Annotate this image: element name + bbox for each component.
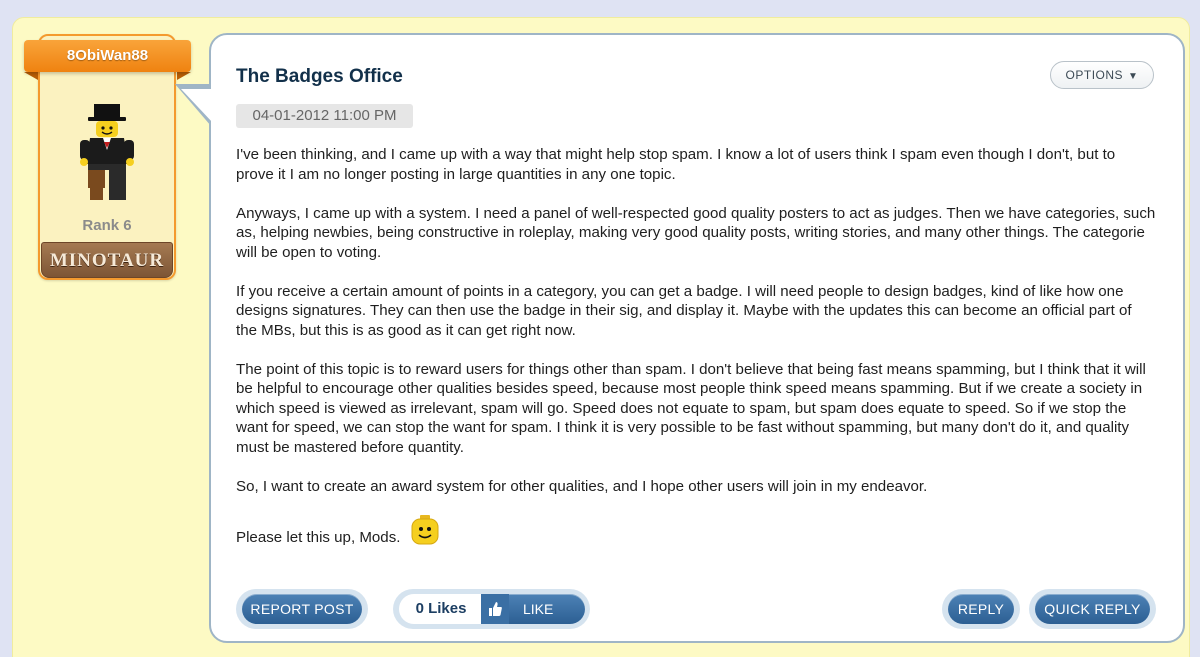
post-paragraph: I've been thinking, and I came up with a…: [236, 146, 1116, 183]
reply-pill: REPLY: [942, 589, 1020, 629]
likes-count[interactable]: 0 Likes: [399, 594, 483, 624]
user-rank: Rank 6: [82, 217, 132, 234]
post-paragraph: Anyways, I came up with a system. I need…: [236, 204, 1156, 261]
post-title: The Badges Office: [236, 66, 403, 87]
banner-fold-right: [177, 72, 191, 80]
caret-down-icon: ▼: [1128, 71, 1139, 82]
like-label: LIKE: [523, 601, 554, 617]
closing-text: Please let this up, Mods.: [236, 528, 401, 546]
quick-reply-button[interactable]: QUICK REPLY: [1035, 594, 1150, 624]
options-button[interactable]: OPTIONS ▼: [1050, 61, 1154, 89]
options-label: OPTIONS: [1065, 68, 1124, 82]
quick-reply-pill: QUICK REPLY: [1029, 589, 1156, 629]
like-button[interactable]: LIKE: [481, 594, 585, 624]
report-post-button[interactable]: REPORT POST: [242, 594, 362, 624]
speech-pointer-fill: [181, 89, 213, 123]
report-post-pill: REPORT POST: [236, 589, 368, 629]
post-paragraph: The point of this topic is to reward use…: [236, 360, 1146, 456]
thumbs-up-icon: [481, 594, 509, 624]
banner-fold-left: [24, 72, 38, 80]
lego-smiley-icon: [411, 514, 439, 544]
username-link[interactable]: 8ObiWan88: [24, 40, 191, 72]
like-pill: 0 Likes LIKE: [393, 589, 590, 629]
reply-button[interactable]: REPLY: [948, 594, 1014, 624]
post-paragraph: If you receive a certain amount of point…: [236, 282, 1132, 339]
post-paragraph: So, I want to create an award system for…: [236, 477, 928, 495]
post-body: I've been thinking, and I came up with a…: [236, 145, 1156, 567]
post-date: 04-01-2012 11:00 PM: [236, 104, 413, 128]
post-closing: Please let this up, Mods.: [236, 514, 1156, 548]
lego-minifig-top-hat-icon[interactable]: [74, 104, 140, 204]
rank-badge: MINOTAUR: [41, 242, 173, 278]
